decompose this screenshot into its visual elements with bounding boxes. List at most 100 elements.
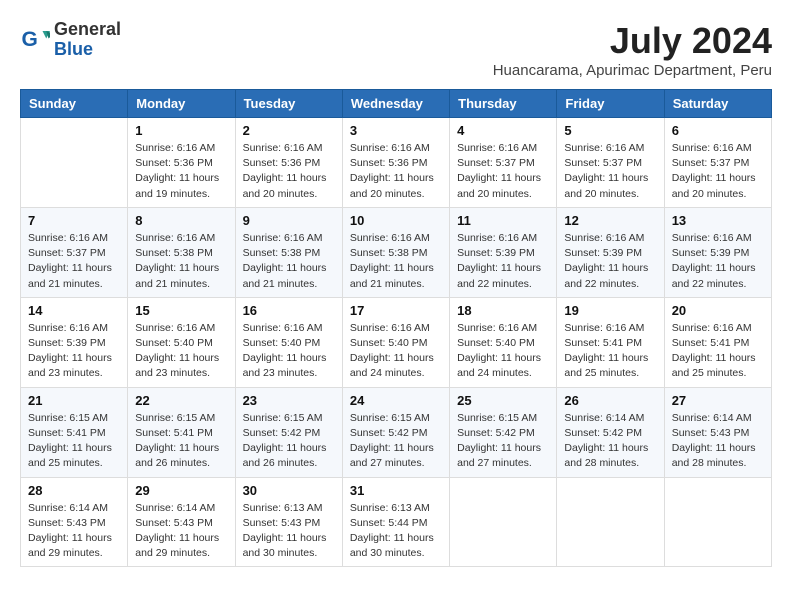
cell-info: Sunrise: 6:16 AMSunset: 5:40 PMDaylight:… [457,321,549,382]
day-number: 1 [135,123,227,138]
calendar-cell: 4Sunrise: 6:16 AMSunset: 5:37 PMDaylight… [450,118,557,208]
cell-info: Sunrise: 6:16 AMSunset: 5:39 PMDaylight:… [672,231,764,292]
day-number: 22 [135,393,227,408]
cell-info: Sunrise: 6:16 AMSunset: 5:40 PMDaylight:… [243,321,335,382]
calendar-cell: 31 Sunrise: 6:13 AMSunset: 5:44 PMDayligh… [342,477,449,567]
weekday-header-friday: Friday [557,90,664,118]
day-number: 24 [350,393,442,408]
day-number: 15 [135,303,227,318]
calendar-body: 1 Sunrise: 6:16 AMSunset: 5:36 PMDaylight… [21,118,772,567]
day-number: 31 [350,483,442,498]
calendar-cell: 1Sunrise: 6:16 AMSunset: 5:36 PMDaylight… [128,118,235,208]
day-number: 21 [28,393,120,408]
day-number: 10 [350,213,442,228]
logo-blue: Blue [54,40,121,60]
calendar-cell: 16Sunrise: 6:16 AMSunset: 5:40 PMDayligh… [235,297,342,387]
svg-text:G: G [22,28,38,51]
day-number: 27 [672,393,764,408]
calendar-cell: 6 Sunrise: 6:16 AMSunset: 5:37 PMDaylight… [664,118,771,208]
weekday-header-sunday: Sunday [21,90,128,118]
calendar-cell: 23 Sunrise: 6:15 AMSunset: 5:42 PMDayligh… [235,387,342,477]
calendar-cell: 5 Sunrise: 6:16 AMSunset: 5:37 PMDaylight… [557,118,664,208]
calendar-cell: 7 Sunrise: 6:16 AMSunset: 5:37 PMDaylight… [21,207,128,297]
calendar-cell: 15 Sunrise: 6:16 AMSunset: 5:40 PMDayligh… [128,297,235,387]
day-number: 30 [243,483,335,498]
calendar-cell: 26Sunrise: 6:14 AMSunset: 5:42 PMDayligh… [557,387,664,477]
calendar-cell [450,477,557,567]
day-number: 13 [672,213,764,228]
title-area: July 2024 Huancarama, Apurimac Departmen… [493,20,772,79]
logo-icon: G [20,25,50,55]
cell-info: Sunrise: 6:16 AMSunset: 5:38 PMDaylight:… [243,231,335,292]
day-number: 26 [564,393,656,408]
calendar-cell: 24 Sunrise: 6:15 AMSunset: 5:42 PMDayligh… [342,387,449,477]
day-number: 8 [135,213,227,228]
logo-general: General [54,20,121,40]
day-number: 25 [457,393,549,408]
header: G General Blue July 2024 Huancarama, Apu… [20,20,772,79]
calendar-cell: 18 Sunrise: 6:16 AMSunset: 5:40 PMDayligh… [450,297,557,387]
calendar-week-4: 21 Sunrise: 6:15 AMSunset: 5:41 PMDayligh… [21,387,772,477]
day-number: 9 [243,213,335,228]
cell-info: Sunrise: 6:16 AMSunset: 5:37 PMDaylight:… [672,141,764,202]
calendar: SundayMondayTuesdayWednesdayThursdayFrid… [20,89,772,567]
calendar-cell: 27Sunrise: 6:14 AMSunset: 5:43 PMDayligh… [664,387,771,477]
cell-info: Sunrise: 6:16 AMSunset: 5:38 PMDaylight:… [350,231,442,292]
calendar-cell: 17 Sunrise: 6:16 AMSunset: 5:40 PMDayligh… [342,297,449,387]
cell-info: Sunrise: 6:15 AMSunset: 5:42 PMDaylight:… [350,411,442,472]
cell-info: Sunrise: 6:16 AMSunset: 5:37 PMDaylight:… [28,231,120,292]
logo: G General Blue [20,20,121,60]
calendar-cell: 2Sunrise: 6:16 AMSunset: 5:36 PMDaylight… [235,118,342,208]
logo-text: General Blue [54,20,121,60]
weekday-header-monday: Monday [128,90,235,118]
weekday-header-wednesday: Wednesday [342,90,449,118]
day-number: 3 [350,123,442,138]
day-number: 20 [672,303,764,318]
calendar-cell: 19 Sunrise: 6:16 AMSunset: 5:41 PMDayligh… [557,297,664,387]
day-number: 5 [564,123,656,138]
day-number: 12 [564,213,656,228]
calendar-cell: 28 Sunrise: 6:14 AMSunset: 5:43 PMDayligh… [21,477,128,567]
calendar-cell: 11Sunrise: 6:16 AMSunset: 5:39 PMDayligh… [450,207,557,297]
cell-info: Sunrise: 6:16 AMSunset: 5:40 PMDaylight:… [350,321,442,382]
calendar-week-3: 14Sunrise: 6:16 AMSunset: 5:39 PMDayligh… [21,297,772,387]
day-number: 19 [564,303,656,318]
weekday-header-thursday: Thursday [450,90,557,118]
day-number: 18 [457,303,549,318]
cell-info: Sunrise: 6:14 AMSunset: 5:43 PMDaylight:… [28,501,120,562]
calendar-cell: 13 Sunrise: 6:16 AMSunset: 5:39 PMDayligh… [664,207,771,297]
cell-info: Sunrise: 6:16 AMSunset: 5:41 PMDaylight:… [672,321,764,382]
cell-info: Sunrise: 6:16 AMSunset: 5:41 PMDaylight:… [564,321,656,382]
cell-info: Sunrise: 6:14 AMSunset: 5:43 PMDaylight:… [135,501,227,562]
cell-info: Sunrise: 6:15 AMSunset: 5:42 PMDaylight:… [243,411,335,472]
cell-info: Sunrise: 6:15 AMSunset: 5:42 PMDaylight:… [457,411,549,472]
weekday-header-saturday: Saturday [664,90,771,118]
calendar-cell: 22 Sunrise: 6:15 AMSunset: 5:41 PMDayligh… [128,387,235,477]
calendar-cell: 12Sunrise: 6:16 AMSunset: 5:39 PMDayligh… [557,207,664,297]
cell-info: Sunrise: 6:15 AMSunset: 5:41 PMDaylight:… [28,411,120,472]
cell-info: Sunrise: 6:16 AMSunset: 5:40 PMDaylight:… [135,321,227,382]
calendar-cell: 14Sunrise: 6:16 AMSunset: 5:39 PMDayligh… [21,297,128,387]
day-number: 2 [243,123,335,138]
day-number: 29 [135,483,227,498]
calendar-cell: 30Sunrise: 6:13 AMSunset: 5:43 PMDayligh… [235,477,342,567]
cell-info: Sunrise: 6:16 AMSunset: 5:37 PMDaylight:… [457,141,549,202]
cell-info: Sunrise: 6:16 AMSunset: 5:38 PMDaylight:… [135,231,227,292]
cell-info: Sunrise: 6:16 AMSunset: 5:37 PMDaylight:… [564,141,656,202]
cell-info: Sunrise: 6:16 AMSunset: 5:39 PMDaylight:… [457,231,549,292]
location: Huancarama, Apurimac Department, Peru [493,62,772,79]
day-number: 28 [28,483,120,498]
day-number: 23 [243,393,335,408]
cell-info: Sunrise: 6:13 AMSunset: 5:44 PMDaylight:… [350,501,442,562]
calendar-cell: 20 Sunrise: 6:16 AMSunset: 5:41 PMDayligh… [664,297,771,387]
calendar-cell [664,477,771,567]
day-number: 7 [28,213,120,228]
cell-info: Sunrise: 6:16 AMSunset: 5:36 PMDaylight:… [350,141,442,202]
weekday-header-tuesday: Tuesday [235,90,342,118]
calendar-cell: 9 Sunrise: 6:16 AMSunset: 5:38 PMDaylight… [235,207,342,297]
calendar-cell [21,118,128,208]
calendar-cell: 8 Sunrise: 6:16 AMSunset: 5:38 PMDaylight… [128,207,235,297]
cell-info: Sunrise: 6:15 AMSunset: 5:41 PMDaylight:… [135,411,227,472]
day-number: 6 [672,123,764,138]
day-number: 17 [350,303,442,318]
